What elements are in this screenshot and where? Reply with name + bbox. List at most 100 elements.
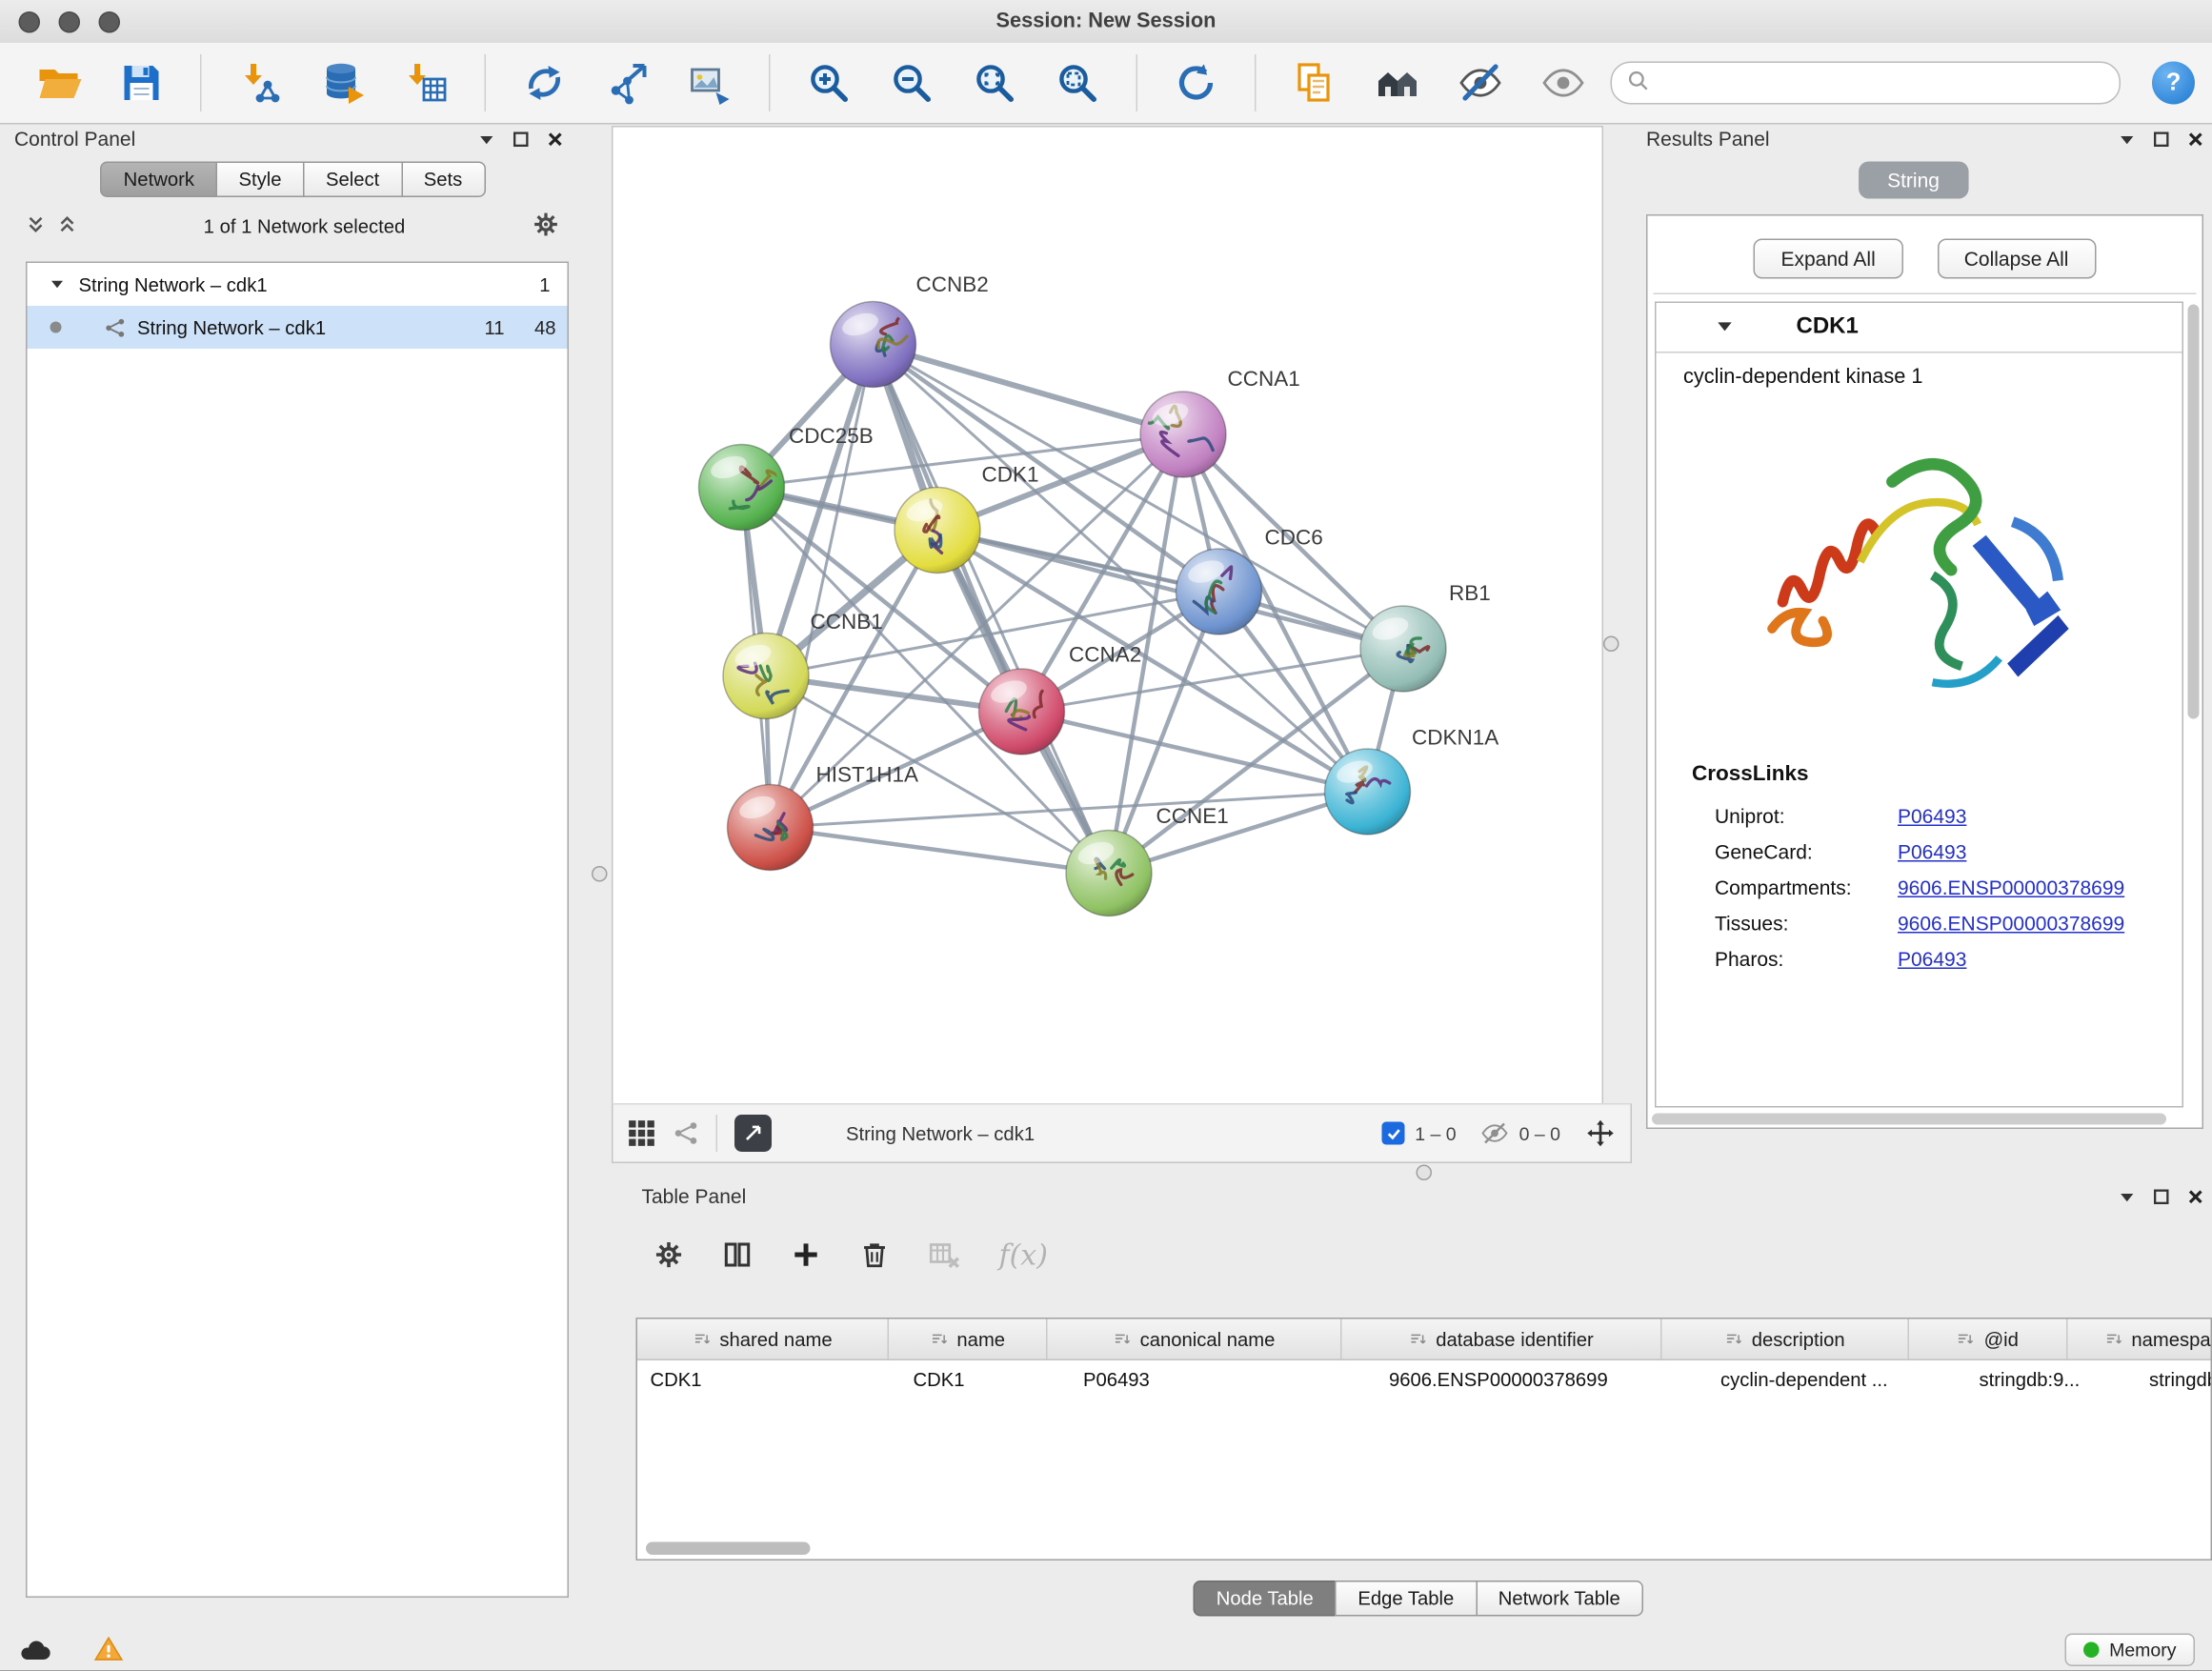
hide-unselected-icon[interactable]: [1457, 59, 1505, 108]
network-row[interactable]: String Network – cdk1 11 48: [28, 306, 568, 349]
network-view-canvas[interactable]: CCNB2CCNA1CDC25BCDK1CDC6RB1CCNB1CCNA2CDK…: [612, 126, 1603, 1106]
crosslink-value[interactable]: 9606.ENSP00000378699: [1898, 911, 2124, 934]
column-header-canonical-name[interactable]: canonical name: [1048, 1319, 1342, 1359]
save-session-icon[interactable]: [117, 59, 166, 108]
crosslink-value[interactable]: 9606.ENSP00000378699: [1898, 876, 2124, 898]
network-node-CCNE1[interactable]: CCNE1: [1066, 804, 1229, 916]
hidden-eye-icon[interactable]: [1480, 1119, 1509, 1148]
memory-button[interactable]: Memory: [2065, 1633, 2195, 1666]
close-panel-icon[interactable]: [2188, 1188, 2204, 1204]
table-row[interactable]: CDK1CDK1P064939606.ENSP00000378699cyclin…: [637, 1360, 2211, 1399]
column-header-name[interactable]: name: [889, 1319, 1048, 1359]
expand-all-icon[interactable]: [57, 214, 77, 239]
column-header-database-identifier[interactable]: database identifier: [1342, 1319, 1662, 1359]
warning-icon[interactable]: [93, 1634, 125, 1665]
crosslink-value[interactable]: P06493: [1898, 839, 1966, 862]
column-header-shared-name[interactable]: shared name: [637, 1319, 889, 1359]
node-entry-header[interactable]: CDK1: [1657, 303, 2182, 353]
column-header-description[interactable]: description: [1662, 1319, 1910, 1359]
export-network-icon[interactable]: [603, 59, 652, 108]
crosslink-value[interactable]: P06493: [1898, 947, 1966, 970]
float-panel-icon[interactable]: [513, 131, 530, 147]
column-header-namespace[interactable]: namespace: [2068, 1319, 2212, 1359]
zoom-selected-icon[interactable]: [1054, 59, 1102, 108]
zoom-fit-icon[interactable]: [971, 59, 1019, 108]
network-overview-icon[interactable]: [674, 1120, 699, 1146]
network-node-CCNB1[interactable]: CCNB1: [723, 610, 883, 719]
tab-node-table[interactable]: Node Table: [1194, 1580, 1337, 1617]
node-label: CCNA2: [1069, 643, 1141, 667]
tab-edge-table[interactable]: Edge Table: [1335, 1580, 1477, 1617]
table-settings-gear-icon[interactable]: [654, 1239, 685, 1271]
duplicate-document-icon[interactable]: [1291, 59, 1339, 108]
table-hscroll-thumb[interactable]: [646, 1542, 811, 1556]
results-vscroll-thumb[interactable]: [2188, 305, 2200, 719]
tab-network-table[interactable]: Network Table: [1476, 1580, 1643, 1617]
network-tools-icon[interactable]: [520, 59, 569, 108]
search-input[interactable]: [1659, 70, 2105, 95]
detach-view-button[interactable]: [734, 1115, 772, 1152]
network-collection-row[interactable]: String Network – cdk1 1: [28, 263, 568, 306]
help-button[interactable]: ?: [2152, 62, 2195, 105]
crosslink-row: Pharos:P06493: [1657, 940, 2182, 976]
panel-menu-icon[interactable]: [2120, 1188, 2136, 1204]
tab-style[interactable]: Style: [215, 162, 304, 198]
close-panel-icon[interactable]: [2188, 131, 2204, 147]
network-view-title: String Network – cdk1: [846, 1122, 1035, 1144]
refresh-icon[interactable]: [1172, 59, 1220, 108]
pan-icon[interactable]: [1585, 1117, 1617, 1149]
search-box[interactable]: [1611, 62, 2122, 105]
close-panel-icon[interactable]: [548, 131, 564, 147]
network-options-gear-icon[interactable]: [532, 211, 560, 244]
cloud-icon[interactable]: [17, 1634, 53, 1665]
show-columns-icon[interactable]: [722, 1239, 754, 1271]
import-table-file-icon[interactable]: [402, 59, 451, 108]
import-network-database-icon[interactable]: [319, 59, 368, 108]
float-panel-icon[interactable]: [2154, 131, 2170, 147]
column-header--id[interactable]: @id: [1909, 1319, 2068, 1359]
zoom-out-icon[interactable]: [888, 59, 936, 108]
tab-sets[interactable]: Sets: [401, 162, 486, 198]
title-bar: Session: New Session: [0, 0, 2212, 45]
collection-label: String Network – cdk1: [79, 273, 268, 295]
collapse-entry-icon[interactable]: [1717, 316, 1734, 338]
cell: stringdb:9...: [1966, 1369, 2137, 1391]
tab-string[interactable]: String: [1859, 162, 1968, 199]
add-column-icon[interactable]: [791, 1239, 822, 1271]
crosslink-value[interactable]: P06493: [1898, 804, 1966, 827]
expander-icon[interactable]: [50, 277, 65, 292]
collapse-all-button[interactable]: Collapse All: [1937, 239, 2096, 279]
float-panel-icon[interactable]: [2154, 1188, 2170, 1204]
network-node-CCNA1[interactable]: CCNA1: [1140, 367, 1300, 477]
expand-all-button[interactable]: Expand All: [1754, 239, 1902, 279]
import-network-file-icon[interactable]: [236, 59, 285, 108]
collection-count: 1: [539, 273, 567, 295]
splitter-handle[interactable]: [1417, 1165, 1433, 1181]
tab-network[interactable]: Network: [101, 162, 217, 198]
splitter-handle[interactable]: [1603, 636, 1619, 653]
network-node-CDKN1A[interactable]: CDKN1A: [1325, 726, 1499, 836]
crosslink-label: Compartments:: [1715, 876, 1898, 898]
network-node-HIST1H1A[interactable]: HIST1H1A: [728, 763, 919, 871]
zoom-window-button[interactable]: [99, 11, 121, 33]
results-hscroll-thumb[interactable]: [1652, 1114, 2166, 1125]
network-graph[interactable]: CCNB2CCNA1CDC25BCDK1CDC6RB1CCNB1CCNA2CDK…: [613, 128, 1599, 1102]
open-file-icon[interactable]: [34, 59, 83, 108]
minimize-window-button[interactable]: [59, 11, 81, 33]
collapse-all-icon[interactable]: [26, 214, 46, 239]
tab-select[interactable]: Select: [303, 162, 402, 198]
grid-view-icon[interactable]: [628, 1119, 656, 1148]
selected-checkbox-icon[interactable]: [1382, 1122, 1405, 1145]
show-all-icon[interactable]: [1539, 59, 1588, 108]
toolbar-separator: [1136, 54, 1138, 111]
panel-menu-icon[interactable]: [479, 131, 495, 147]
zoom-in-icon[interactable]: [805, 59, 854, 108]
network-node-RB1[interactable]: RB1: [1360, 581, 1491, 692]
splitter-handle[interactable]: [592, 866, 608, 882]
panel-menu-icon[interactable]: [2120, 131, 2136, 147]
delete-column-icon[interactable]: [859, 1239, 891, 1271]
crosslink-label: Uniprot:: [1715, 804, 1898, 827]
close-window-button[interactable]: [19, 11, 41, 33]
neighborhood-icon[interactable]: [1374, 59, 1422, 108]
export-image-icon[interactable]: [686, 59, 734, 108]
